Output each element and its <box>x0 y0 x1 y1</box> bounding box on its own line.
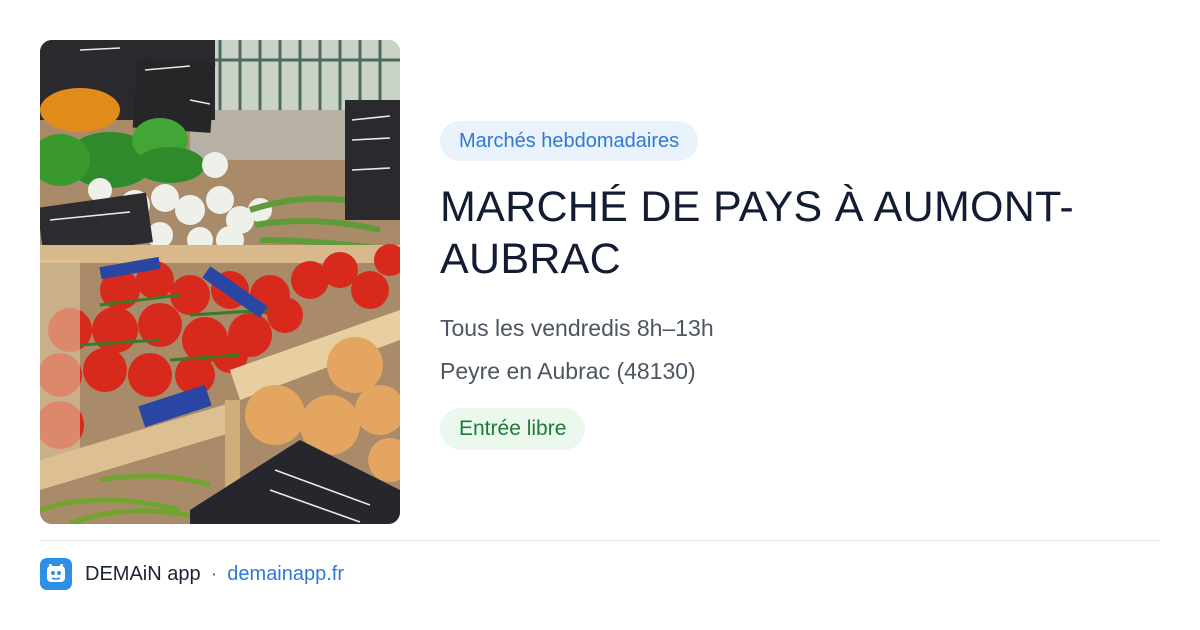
event-location: Peyre en Aubrac (48130) <box>440 358 696 384</box>
event-schedule: Tous les vendredis 8h–13h <box>440 315 714 341</box>
market-photo <box>40 40 400 524</box>
market-produce-photo <box>40 40 400 524</box>
footer-separator: · <box>210 562 218 585</box>
category-tag[interactable]: Marchés hebdomadaires <box>440 121 699 161</box>
footer: DEMAiN app · demainapp.fr <box>40 558 344 590</box>
event-content: Marchés hebdomadaires MARCHÉ DE PAYS À A… <box>440 121 1160 450</box>
footer-divider <box>40 540 1160 541</box>
site-link[interactable]: demainapp.fr <box>227 563 344 586</box>
app-name: DEMAiN app <box>85 562 201 585</box>
admission-badge: Entrée libre <box>440 408 586 450</box>
event-title: MARCHÉ DE PAYS À AUMONT-AUBRAC <box>440 183 1074 283</box>
app-logo-icon <box>40 558 72 590</box>
